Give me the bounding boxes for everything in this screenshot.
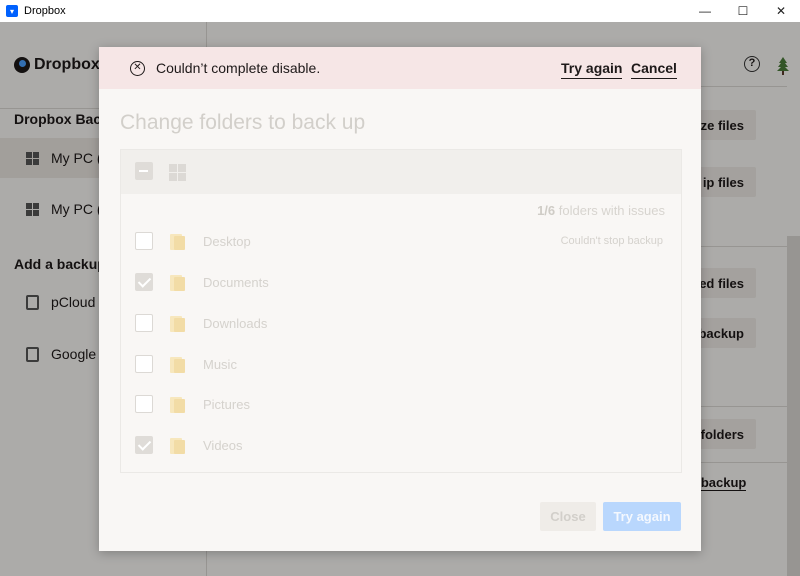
minimize-button[interactable]: — [686, 0, 724, 22]
issues-count: 1/6 [537, 203, 556, 218]
folder-row-desktop[interactable]: Desktop Couldn't stop backup [121, 222, 681, 262]
folder-icon [168, 233, 186, 251]
folder-checkbox[interactable] [135, 355, 153, 373]
issues-label: folders with issues [558, 203, 665, 218]
folder-name: Documents [203, 275, 269, 290]
folder-checkbox[interactable] [135, 436, 153, 454]
folder-name: Videos [203, 438, 243, 453]
folder-name: Downloads [203, 316, 268, 331]
folder-name: Desktop [203, 234, 251, 249]
title-bar: ▾ Dropbox — ☐ ✕ [0, 0, 800, 22]
change-folders-dialog: ✕ Couldn’t complete disable. Try again C… [99, 47, 701, 551]
folder-checkbox[interactable] [135, 395, 153, 413]
dialog-title: Change folders to back up [120, 111, 366, 134]
error-circle-icon: ✕ [130, 60, 145, 76]
select-all-checkbox[interactable] [135, 162, 153, 180]
try-again-button[interactable]: Try again [603, 502, 681, 531]
folder-checkbox[interactable] [135, 314, 153, 332]
banner-cancel-link[interactable]: Cancel [631, 60, 677, 79]
window-title: Dropbox [24, 5, 66, 17]
close-button[interactable]: Close [540, 502, 596, 531]
folder-row-videos[interactable]: Videos [121, 426, 681, 466]
folder-icon [168, 274, 186, 292]
windows-icon [169, 164, 186, 181]
folder-icon [168, 396, 186, 414]
folder-status: Couldn't stop backup [560, 235, 663, 247]
dropbox-app-icon: ▾ [6, 5, 18, 17]
folder-row-pictures[interactable]: Pictures [121, 385, 681, 425]
folder-row-music[interactable]: Music [121, 345, 681, 385]
folder-row-downloads[interactable]: Downloads [121, 304, 681, 344]
folder-icon [168, 356, 186, 374]
folder-checkbox[interactable] [135, 273, 153, 291]
folder-row-documents[interactable]: Documents [121, 263, 681, 303]
folder-checkbox[interactable] [135, 232, 153, 250]
folder-name: Pictures [203, 397, 250, 412]
folders-panel: 1/6 folders with issues Desktop Couldn't… [120, 149, 682, 473]
folder-icon [168, 315, 186, 333]
issues-summary: 1/6 folders with issues [537, 203, 665, 218]
banner-try-again-link[interactable]: Try again [561, 60, 623, 79]
close-window-button[interactable]: ✕ [762, 0, 800, 22]
panel-header [121, 150, 681, 194]
error-message: Couldn’t complete disable. [156, 60, 321, 76]
maximize-button[interactable]: ☐ [724, 0, 762, 22]
folder-icon [168, 437, 186, 455]
error-banner: ✕ Couldn’t complete disable. Try again C… [99, 47, 701, 89]
folder-name: Music [203, 357, 237, 372]
